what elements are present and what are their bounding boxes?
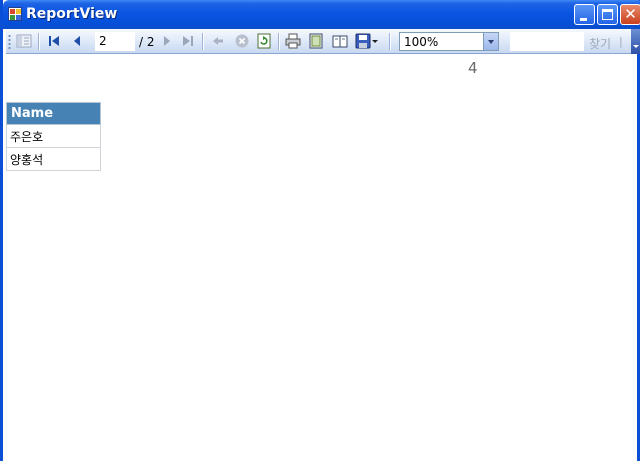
toolbar-separator	[38, 33, 39, 50]
zoom-select[interactable]: 100%	[399, 32, 499, 51]
toolbar-separator	[278, 33, 279, 50]
find-separator: |	[619, 35, 623, 48]
name-cell: 양홍석	[6, 147, 101, 171]
close-icon: ✕	[624, 5, 637, 23]
report-page-number: 4	[468, 59, 478, 77]
title-bar[interactable]: ReportView ✕	[3, 0, 640, 29]
name-column-header: Name	[6, 102, 101, 125]
zoom-value: 100%	[404, 35, 439, 49]
minimize-button[interactable]	[574, 4, 595, 25]
report-view-window: ReportView ✕ 2 / 2 100% 찾기 | 4 Name 주은호 …	[0, 0, 640, 461]
current-page-input[interactable]: 2	[95, 32, 135, 51]
maximize-icon	[602, 9, 613, 20]
window-title: ReportView	[26, 6, 118, 22]
export-dropdown-icon[interactable]	[371, 33, 379, 49]
document-map-icon[interactable]	[16, 33, 32, 49]
chevron-down-icon[interactable]	[483, 33, 498, 50]
print-layout-icon[interactable]	[308, 33, 324, 49]
table-row: 양홍석	[6, 147, 101, 171]
report-toolbar: 2 / 2 100% 찾기 |	[6, 29, 640, 54]
total-pages-label: / 2	[139, 35, 155, 49]
refresh-icon[interactable]	[256, 33, 272, 49]
app-icon[interactable]	[8, 7, 22, 21]
table-row: 주은호	[6, 124, 101, 148]
toolbar-grip[interactable]	[8, 34, 11, 49]
find-text-input[interactable]	[510, 32, 584, 51]
previous-page-icon[interactable]	[69, 33, 85, 49]
minimize-icon	[580, 18, 587, 21]
toolbar-separator	[202, 33, 203, 50]
name-table: Name 주은호 양홍석	[6, 102, 101, 171]
back-icon[interactable]	[210, 33, 226, 49]
last-page-icon[interactable]	[180, 33, 196, 49]
report-viewer-area[interactable]: 4 Name 주은호 양홍석	[6, 55, 637, 461]
toolbar-overflow-button[interactable]	[631, 29, 640, 54]
toolbar-separator	[389, 33, 390, 50]
close-button[interactable]: ✕	[620, 4, 640, 25]
table-header-row: Name	[6, 102, 101, 125]
export-icon[interactable]	[355, 33, 371, 49]
find-button[interactable]: 찾기	[589, 35, 611, 52]
print-icon[interactable]	[285, 33, 301, 49]
page-setup-icon[interactable]	[332, 33, 348, 49]
first-page-icon[interactable]	[46, 33, 62, 49]
stop-icon[interactable]	[234, 33, 250, 49]
maximize-button[interactable]	[597, 4, 618, 25]
name-cell: 주은호	[6, 124, 101, 148]
next-page-icon[interactable]	[159, 33, 175, 49]
